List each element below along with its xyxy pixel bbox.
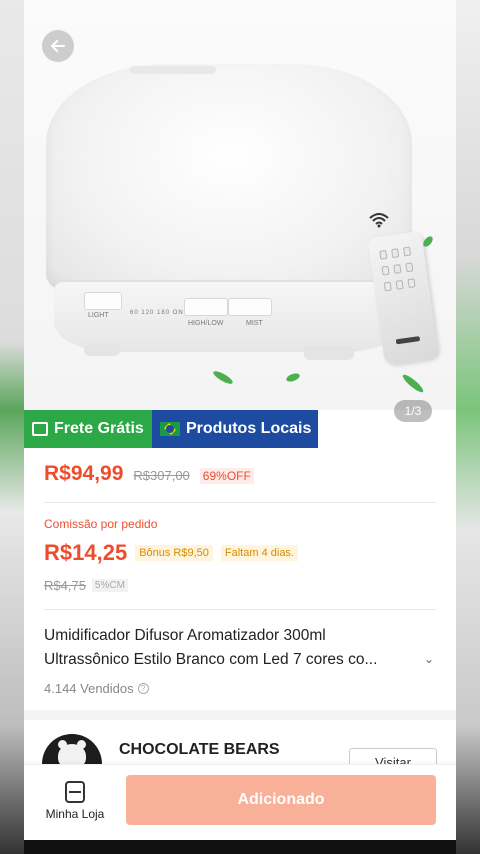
leaf-decoration — [285, 371, 301, 384]
diffuser-foot — [304, 346, 354, 360]
product-image[interactable]: LIGHT 60 120 180 ON HIGH/LOW MIST 1/3 — [24, 0, 456, 422]
video-frame: LIGHT 60 120 180 ON HIGH/LOW MIST 1/3 Fr… — [0, 0, 480, 854]
brazil-flag-icon — [160, 422, 180, 436]
commission-percent-badge: 5%CM — [91, 579, 128, 592]
divider — [44, 609, 436, 610]
blurred-background-left — [0, 0, 24, 854]
diffuser-light-button — [84, 292, 122, 310]
local-products-label: Produtos Locais — [186, 420, 312, 437]
system-nav-bar — [24, 840, 456, 854]
divider — [44, 502, 436, 503]
diffuser-mist-button — [228, 298, 272, 316]
commission-label: Comissão por pedido — [44, 517, 158, 531]
diffuser-light-label: LIGHT — [88, 312, 109, 319]
info-icon[interactable]: ? — [137, 683, 149, 694]
added-button[interactable]: Adicionado — [126, 775, 436, 825]
store-icon — [65, 781, 85, 803]
sold-count-label: 4.144 Vendidos — [44, 681, 134, 696]
product-title[interactable]: Umidificador Difusor Aromatizador 300ml … — [44, 624, 416, 672]
original-price: R$307,00 — [133, 468, 190, 483]
image-pager: 1/3 — [394, 400, 432, 422]
arrow-left-icon — [51, 40, 65, 52]
local-products-badge: Produtos Locais — [152, 410, 318, 448]
diffuser-high-low-label: HIGH/LOW — [188, 320, 224, 327]
leaf-decoration — [400, 372, 426, 395]
bonus-badge: Bônus R$9,50 — [135, 545, 213, 561]
diffuser-mist-label: MIST — [246, 320, 263, 327]
deadline-badge: Faltam 4 dias. — [220, 545, 298, 561]
shop-name[interactable]: CHOCOLATE BEARS — [119, 741, 280, 759]
product-title-line2: Ultrassônico Estilo Branco com Led 7 cor… — [44, 651, 378, 668]
free-shipping-badge: Frete Grátis — [24, 410, 152, 448]
current-price: R$94,99 — [44, 462, 124, 485]
diffuser-timer-label: 60 120 180 ON — [130, 310, 184, 316]
leaf-decoration — [421, 234, 435, 249]
diffuser-high-low-button — [184, 298, 228, 316]
my-store-label: Minha Loja — [45, 807, 105, 821]
price-row: R$94,99 R$307,00 69%OFF — [44, 462, 254, 486]
free-shipping-label: Frete Grátis — [54, 420, 144, 437]
product-screen: LIGHT 60 120 180 ON HIGH/LOW MIST 1/3 Fr… — [24, 0, 456, 840]
my-store-button[interactable]: Minha Loja — [38, 781, 112, 831]
diffuser-foot — [84, 344, 120, 356]
commission-row: R$14,25 Bônus R$9,50 Faltam 4 dias. — [44, 540, 298, 566]
chevron-down-icon[interactable]: ⌄ — [424, 652, 434, 666]
old-commission-row: R$4,75 5%CM — [44, 578, 128, 593]
old-commission-value: R$4,75 — [44, 578, 86, 593]
back-button[interactable] — [42, 30, 74, 62]
commission-value: R$14,25 — [44, 540, 128, 565]
sold-count: 4.144 Vendidos ? — [44, 681, 149, 696]
diffuser-lid — [130, 66, 216, 74]
badge-row: Frete Grátis Produtos Locais — [24, 410, 318, 448]
discount-badge: 69%OFF — [199, 468, 254, 484]
blurred-background-right — [456, 0, 480, 854]
shipping-icon — [32, 422, 48, 436]
diffuser-body — [46, 64, 412, 294]
product-title-line1: Umidificador Difusor Aromatizador 300ml — [44, 627, 326, 644]
section-gap — [24, 710, 456, 720]
leaf-decoration — [211, 368, 235, 387]
bottom-action-bar: Minha Loja Adicionado — [24, 764, 456, 840]
wifi-signal-icon — [368, 212, 390, 233]
